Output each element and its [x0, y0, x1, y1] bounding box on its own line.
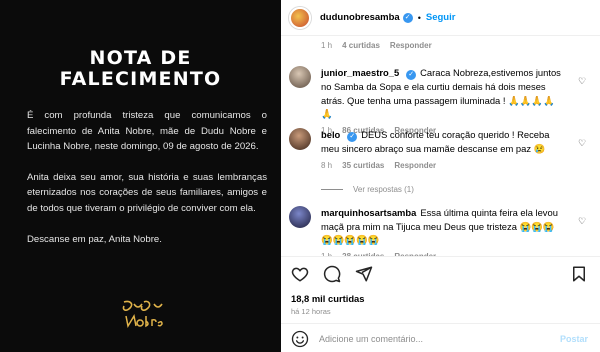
avatar[interactable]	[289, 206, 311, 228]
save-bookmark-icon[interactable]	[570, 265, 588, 283]
comment-body: belo ✓ DEUS conforte teu coração querido !…	[321, 128, 561, 156]
view-replies-toggle[interactable]: Ver respostas (1)	[321, 185, 414, 194]
comment-like-heart-icon[interactable]: ♡	[578, 138, 588, 148]
dudu-nobre-signature-logo	[122, 300, 163, 329]
post-image: NOTA DE FALECIMENTO É com profunda trist…	[0, 0, 281, 352]
verified-badge-icon: ✓	[347, 132, 358, 142]
likes-count[interactable]: 18,8 mil curtidas	[291, 293, 364, 304]
post-comment-button[interactable]: Postar	[560, 334, 588, 344]
comment-bubble-icon[interactable]	[323, 265, 341, 283]
author-username[interactable]: dudunobresamba	[320, 12, 400, 23]
comment-time: 8 h	[321, 160, 333, 170]
caption-meta: 1 h 4 curtidas Responder	[321, 41, 432, 50]
notice-paragraph-2: Anita deixa seu amor, sua história e sua…	[27, 171, 267, 214]
comment-meta: 8 h 35 curtidas Responder	[321, 161, 561, 170]
comments-panel: dudunobresamba ✓ • Seguir 1 h 4 curtidas…	[281, 0, 600, 352]
comment-likes[interactable]: 35 curtidas	[342, 161, 384, 170]
comment-input[interactable]	[319, 333, 539, 344]
comment: marquinhosartsamba Essa última quinta fei…	[289, 206, 589, 261]
replies-divider	[321, 189, 343, 190]
posted-time: há 12 horas	[291, 307, 331, 316]
comment: belo ✓ DEUS conforte teu coração querido !…	[289, 128, 589, 170]
avatar[interactable]	[289, 66, 311, 88]
comment-username[interactable]: marquinhosartsamba	[321, 207, 416, 218]
notice-title-line2: FALECIMENTO	[59, 68, 222, 90]
caption-time: 1 h	[321, 41, 333, 50]
caption-likes[interactable]: 4 curtidas	[342, 41, 380, 50]
comment-username[interactable]: junior_maestro_5	[321, 67, 399, 78]
comment-body: junior_maestro_5 ✓ Caraca Nobreza,estivemo…	[321, 66, 561, 121]
post-header: dudunobresamba ✓ • Seguir	[281, 0, 600, 36]
add-comment-bar: Postar	[281, 323, 600, 352]
caption-reply-button[interactable]: Responder	[390, 41, 432, 50]
notice-paragraph-1: É com profunda tristeza que comunicamos …	[27, 110, 267, 153]
comment-body: marquinhosartsamba Essa última quinta fei…	[321, 206, 561, 247]
post-actions: 18,8 mil curtidas há 12 horas Postar	[281, 256, 600, 352]
like-heart-icon[interactable]	[291, 265, 309, 283]
avatar[interactable]	[289, 6, 311, 29]
comment-reply-button[interactable]: Responder	[394, 161, 436, 170]
avatar[interactable]	[289, 128, 311, 150]
separator-dot: •	[417, 12, 421, 23]
emoji-smiley-icon[interactable]	[291, 330, 309, 348]
notice-title: NOTA DE FALECIMENTO	[0, 48, 281, 90]
share-send-icon[interactable]	[355, 265, 373, 283]
follow-button[interactable]: Seguir	[426, 12, 456, 23]
verified-badge-icon: ✓	[406, 70, 417, 80]
comment: junior_maestro_5 ✓ Caraca Nobreza,estivemo…	[289, 66, 589, 135]
notice-title-line1: NOTA DE	[89, 47, 192, 69]
action-icons	[291, 265, 373, 283]
view-replies-label[interactable]: Ver respostas (1)	[353, 185, 414, 194]
verified-badge-icon: ✓	[402, 12, 413, 23]
comment-username[interactable]: belo	[321, 129, 340, 140]
notice-paragraph-3: Descanse em paz, Anita Nobre.	[27, 233, 162, 245]
notice-body: É com profunda tristeza que comunicamos …	[27, 108, 267, 262]
comment-like-heart-icon[interactable]: ♡	[578, 76, 588, 86]
comment-like-heart-icon[interactable]: ♡	[578, 216, 588, 226]
